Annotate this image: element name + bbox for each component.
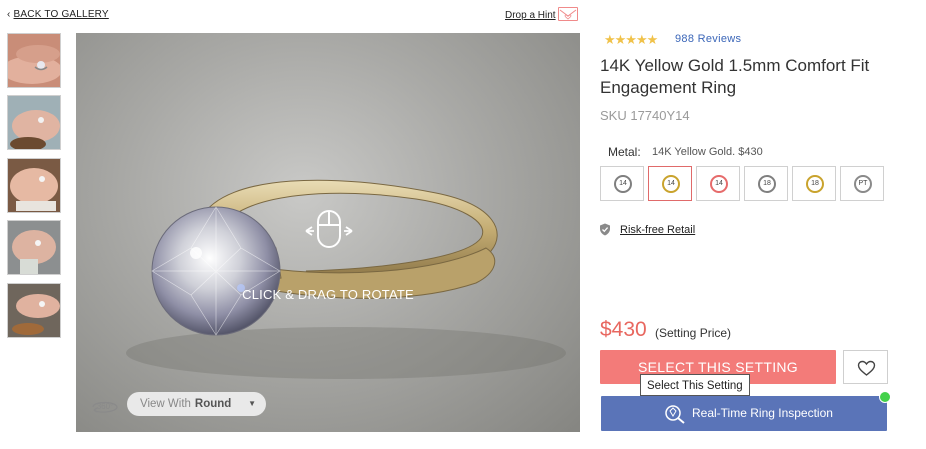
metal-option-14k-yellow-gold[interactable]: 14 (648, 166, 692, 201)
metal-option-platinum[interactable]: PT (840, 166, 884, 201)
reviews-link[interactable]: 988 Reviews (675, 33, 741, 45)
metal-option-14k-white-gold[interactable]: 14 (600, 166, 644, 201)
select-setting-tooltip: Select This Setting (640, 374, 750, 396)
metal-swatch-icon: 18 (806, 175, 824, 193)
view-with-label: View With (140, 398, 191, 410)
shield-check-icon (599, 223, 611, 241)
thumbnail-4[interactable] (7, 220, 61, 275)
metal-option-18k-yellow-gold[interactable]: 18 (792, 166, 836, 201)
metal-option-14k-rose-gold[interactable]: 14 (696, 166, 740, 201)
back-to-gallery-link[interactable]: ‹ BACK TO GALLERY (7, 9, 109, 20)
metal-label: Metal: (608, 145, 641, 159)
inspection-label: Real-Time Ring Inspection (692, 406, 833, 420)
metal-swatch-icon: PT (854, 175, 872, 193)
product-sku: SKU 17740Y14 (600, 108, 690, 123)
heart-icon (857, 360, 876, 376)
risk-free-retail-link[interactable]: Risk-free Retail (620, 224, 695, 236)
thumbnail-3[interactable] (7, 158, 61, 213)
price-note: (Setting Price) (655, 326, 732, 340)
thumbnail-5[interactable] (7, 283, 61, 338)
thumbnail-1[interactable] (7, 33, 61, 88)
metal-swatch-icon: 14 (614, 175, 632, 193)
metal-swatch-icon: 14 (710, 175, 728, 193)
rotate-instruction: CLICK & DRAG TO ROTATE (242, 287, 414, 302)
real-time-inspection-button[interactable]: Real-Time Ring Inspection (601, 396, 887, 431)
metal-value: 14K Yellow Gold. $430 (652, 146, 763, 158)
badge-360-label: 360° (97, 402, 114, 411)
mouse-drag-icon (304, 209, 354, 260)
ring-3d-viewer[interactable]: CLICK & DRAG TO ROTATE 360° View With Rou… (76, 33, 580, 432)
rating-stars: ★★★★★ (604, 32, 658, 47)
back-to-gallery-label: BACK TO GALLERY (13, 9, 109, 20)
inspect-ring-icon (663, 403, 687, 430)
chevron-left-icon: ‹ (7, 9, 11, 20)
metal-option-18k-white-gold[interactable]: 18 (744, 166, 788, 201)
thumbnail-2[interactable] (7, 95, 61, 150)
metal-swatch-icon: 14 (662, 175, 680, 193)
view-with-value: Round (194, 398, 232, 410)
caret-down-icon: ▼ (248, 399, 256, 408)
product-title: 14K Yellow Gold 1.5mm Comfort Fit Engage… (600, 56, 870, 97)
product-price: $430 (600, 318, 647, 341)
metal-swatch-icon: 18 (758, 175, 776, 193)
envelope-heart-icon[interactable] (558, 7, 578, 21)
view-with-dropdown[interactable]: View With Round ▼ (127, 392, 266, 416)
online-status-dot (879, 391, 891, 403)
favorite-button[interactable] (843, 350, 888, 384)
drop-a-hint-link[interactable]: Drop a Hint (505, 10, 556, 21)
rotate-360-icon: 360° (90, 393, 120, 424)
